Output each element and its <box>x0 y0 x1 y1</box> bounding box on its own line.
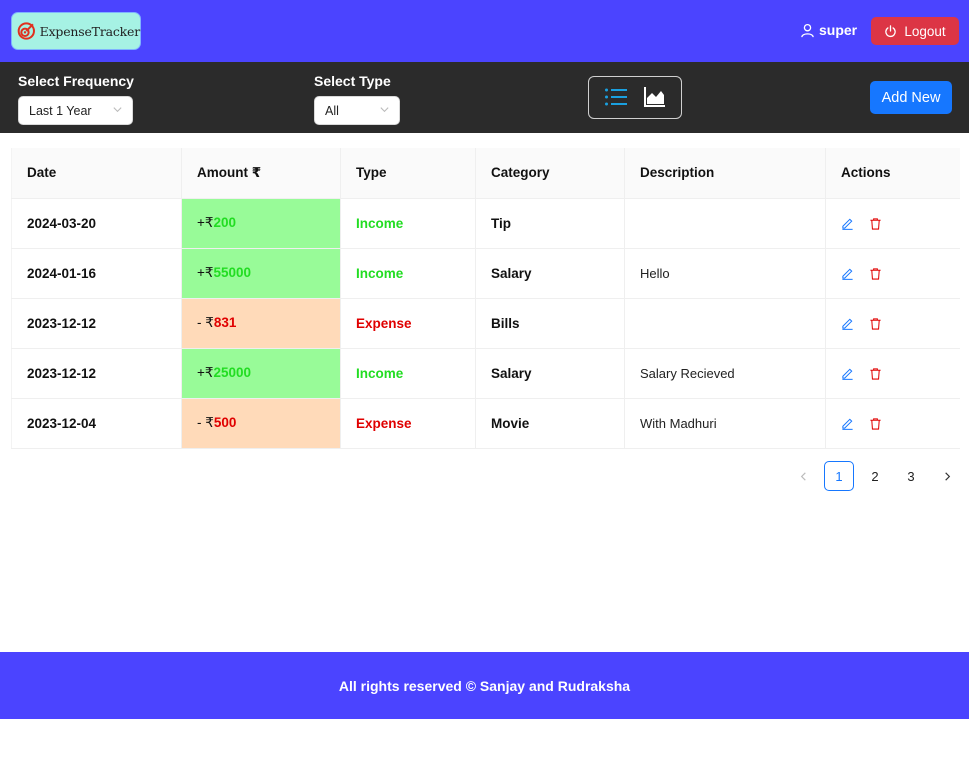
app-logo[interactable]: ExpenseTracker <box>11 12 141 50</box>
table-row: 2023-12-04 - ₹500 Expense Movie With Mad… <box>11 398 960 449</box>
table-row: 2024-01-16 +₹55000 Income Salary Hello <box>11 248 960 299</box>
type-cell: Expense <box>340 398 476 449</box>
type-select[interactable]: All <box>314 96 400 125</box>
date-cell: 2023-12-12 <box>11 348 182 399</box>
logout-button[interactable]: Logout <box>871 17 959 45</box>
delete-icon[interactable] <box>869 217 882 231</box>
actions-cell <box>825 398 960 449</box>
amount-cell: +₹55000 <box>181 248 341 299</box>
amount-cell: - ₹500 <box>181 398 341 449</box>
frequency-select[interactable]: Last 1 Year <box>18 96 133 125</box>
list-icon[interactable] <box>604 86 628 108</box>
chevron-right-icon <box>944 471 950 481</box>
date-cell: 2024-01-16 <box>11 248 182 299</box>
category-cell: Salary <box>475 248 625 299</box>
logo-icon <box>17 22 35 40</box>
add-new-button[interactable]: Add New <box>870 81 952 114</box>
amount-sign: +₹ <box>197 215 214 230</box>
edit-icon[interactable] <box>841 317 854 331</box>
table-row: 2023-12-12 +₹25000 Income Salary Salary … <box>11 348 960 399</box>
column-header-type[interactable]: Type <box>340 148 476 199</box>
logout-label: Logout <box>904 23 946 39</box>
amount-sign: - ₹ <box>197 415 214 430</box>
filter-bar: Select Frequency Last 1 Year Select Type… <box>0 62 969 133</box>
amount-value: 500 <box>213 415 237 430</box>
page-1-button[interactable]: 1 <box>824 461 854 491</box>
edit-icon[interactable] <box>841 417 854 431</box>
user-icon <box>801 23 814 37</box>
transactions-table-container: Date Amount ₹ Type Category Description … <box>11 148 960 449</box>
amount-cell: +₹25000 <box>181 348 341 399</box>
amount-cell: +₹200 <box>181 198 341 249</box>
table-row: 2024-03-20 +₹200 Income Tip <box>11 198 960 249</box>
footer-text: All rights reserved © Sanjay and Rudraks… <box>338 677 631 694</box>
date-cell: 2023-12-12 <box>11 298 182 349</box>
description-cell: Salary Recieved <box>624 348 826 399</box>
type-label: Select Type <box>314 73 391 89</box>
power-icon <box>885 24 897 37</box>
delete-icon[interactable] <box>869 367 882 381</box>
column-header-amount[interactable]: Amount ₹ <box>181 148 341 199</box>
amount-value: 55000 <box>213 265 252 280</box>
amount-value: 200 <box>213 215 237 230</box>
table-header-row: Date Amount ₹ Type Category Description … <box>11 148 960 199</box>
category-cell: Tip <box>475 198 625 249</box>
category-cell: Movie <box>475 398 625 449</box>
next-page-button[interactable] <box>932 461 962 491</box>
description-cell <box>624 298 826 349</box>
amount-sign: +₹ <box>197 265 214 280</box>
area-chart-icon[interactable] <box>643 86 667 108</box>
table-row: 2023-12-12 - ₹831 Expense Bills <box>11 298 960 349</box>
date-cell: 2024-03-20 <box>11 198 182 249</box>
actions-cell <box>825 298 960 349</box>
edit-icon[interactable] <box>841 367 854 381</box>
column-header-category[interactable]: Category <box>475 148 625 199</box>
amount-value: 25000 <box>213 365 252 380</box>
column-header-actions: Actions <box>825 148 960 199</box>
column-header-date[interactable]: Date <box>11 148 182 199</box>
description-cell: With Madhuri <box>624 398 826 449</box>
page-3-button[interactable]: 3 <box>896 461 926 491</box>
chevron-left-icon <box>800 471 806 481</box>
column-header-description[interactable]: Description <box>624 148 826 199</box>
delete-icon[interactable] <box>869 317 882 331</box>
edit-icon[interactable] <box>841 267 854 281</box>
logo-text: ExpenseTracker <box>39 23 141 39</box>
actions-cell <box>825 198 960 249</box>
amount-sign: - ₹ <box>197 315 214 330</box>
chevron-down-icon <box>380 107 389 113</box>
category-cell: Bills <box>475 298 625 349</box>
amount-sign: +₹ <box>197 365 214 380</box>
view-toggle <box>588 76 682 119</box>
type-cell: Income <box>340 248 476 299</box>
app-header: ExpenseTracker super Logout <box>0 0 969 62</box>
transactions-table: Date Amount ₹ Type Category Description … <box>11 148 960 449</box>
chevron-down-icon <box>113 107 122 113</box>
type-cell: Income <box>340 348 476 399</box>
frequency-label: Select Frequency <box>18 73 134 89</box>
prev-page-button[interactable] <box>788 461 818 491</box>
type-value: All <box>325 103 339 118</box>
username: super <box>819 22 858 38</box>
amount-value: 831 <box>213 315 237 330</box>
delete-icon[interactable] <box>869 267 882 281</box>
description-cell: Hello <box>624 248 826 299</box>
pagination: 1 2 3 <box>788 461 968 491</box>
delete-icon[interactable] <box>869 417 882 431</box>
app-footer: All rights reserved © Sanjay and Rudraks… <box>0 652 969 719</box>
date-cell: 2023-12-04 <box>11 398 182 449</box>
description-cell <box>624 198 826 249</box>
actions-cell <box>825 248 960 299</box>
amount-cell: - ₹831 <box>181 298 341 349</box>
type-cell: Income <box>340 198 476 249</box>
frequency-value: Last 1 Year <box>29 103 92 118</box>
category-cell: Salary <box>475 348 625 399</box>
type-cell: Expense <box>340 298 476 349</box>
edit-icon[interactable] <box>841 217 854 231</box>
page-2-button[interactable]: 2 <box>860 461 890 491</box>
actions-cell <box>825 348 960 399</box>
user-profile: super <box>800 22 857 38</box>
